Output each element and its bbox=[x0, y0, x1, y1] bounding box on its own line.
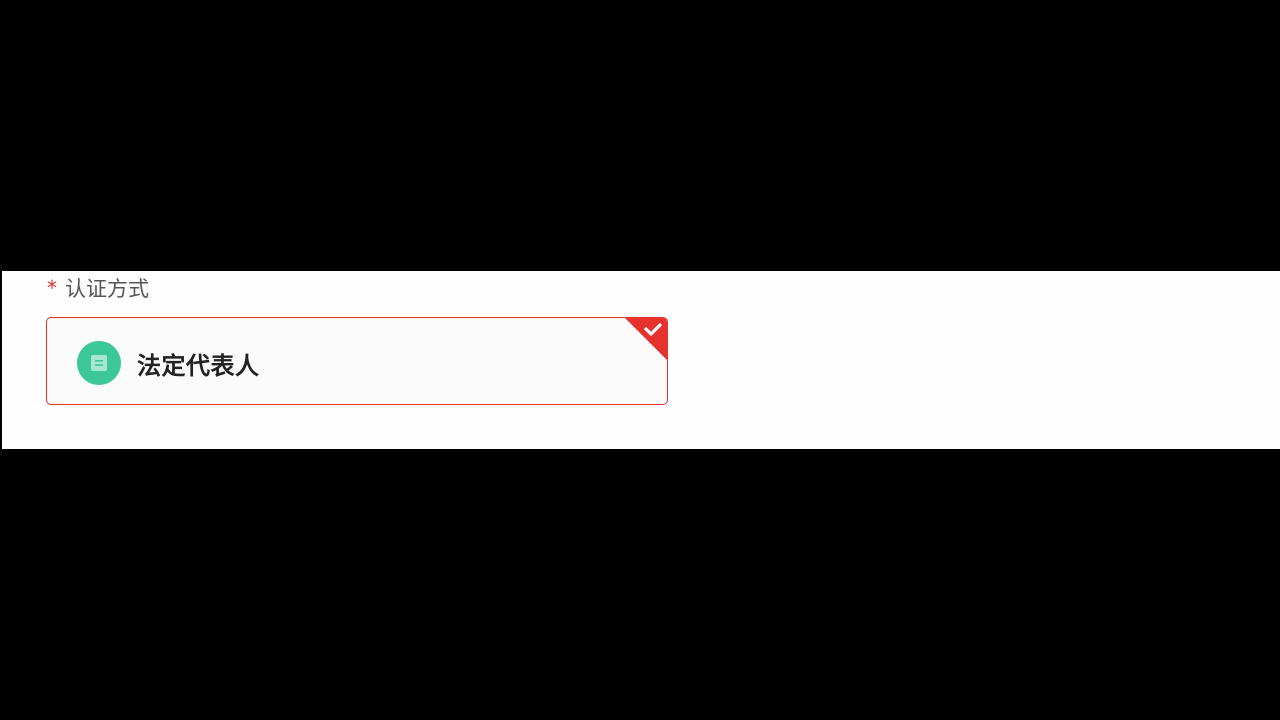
auth-method-field-label: * 认证方式 bbox=[47, 275, 149, 303]
form-panel: * 认证方式 法定代表人 bbox=[2, 271, 1280, 449]
auth-option-legal-representative[interactable]: 法定代表人 bbox=[46, 317, 668, 405]
auth-method-label-text: 认证方式 bbox=[65, 276, 149, 301]
screen: * 认证方式 法定代表人 bbox=[0, 0, 1280, 720]
document-icon bbox=[77, 341, 121, 385]
required-asterisk: * bbox=[47, 276, 57, 300]
selected-check-icon bbox=[625, 318, 667, 360]
auth-option-label: 法定代表人 bbox=[137, 351, 260, 380]
